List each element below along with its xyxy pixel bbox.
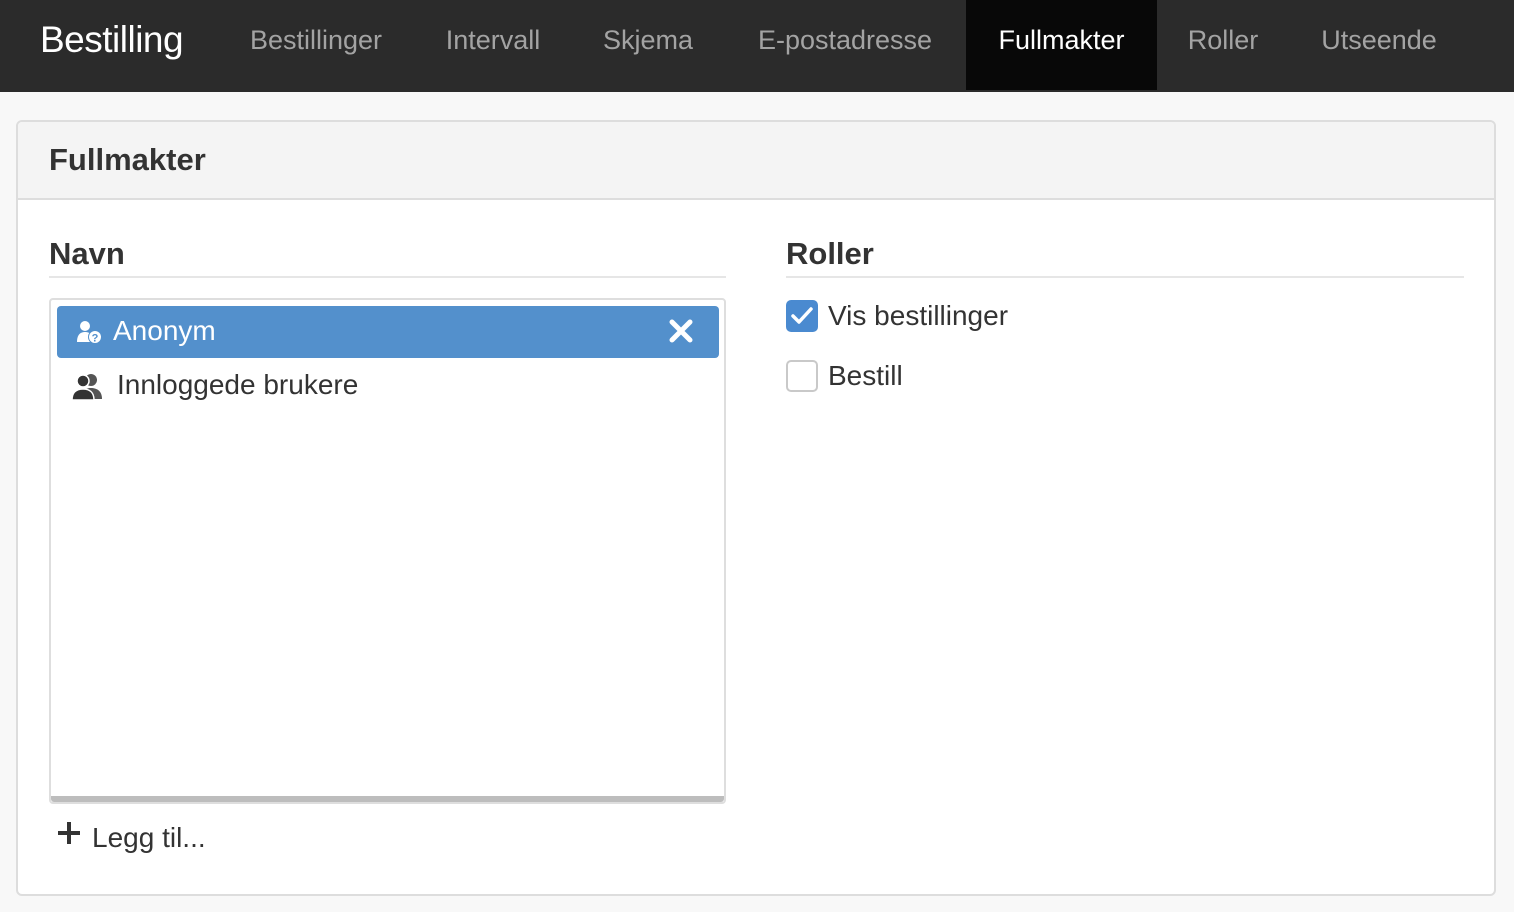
top-navbar: Bestilling Bestillinger Intervall Skjema…	[0, 0, 1514, 92]
tab-bestillinger[interactable]: Bestillinger	[216, 0, 416, 90]
svg-text:?: ?	[92, 333, 99, 345]
list-item-label: Innloggede brukere	[117, 369, 359, 400]
anonymous-user-icon: ?	[75, 318, 109, 348]
horizontal-scrollbar[interactable]	[51, 796, 724, 802]
checkbox-label: Bestill	[828, 360, 903, 391]
users-icon	[71, 372, 105, 402]
list-item-innloggede-brukere[interactable]: Innloggede brukere	[57, 360, 719, 412]
checkbox-bestill[interactable]	[786, 360, 818, 392]
names-list[interactable]: ? Anonym Innloggede brukere	[49, 298, 726, 804]
remove-icon[interactable]	[667, 317, 695, 345]
permissions-panel: Fullmakter Navn ? Anonym Innloggede bruk…	[16, 120, 1496, 896]
tab-intervall[interactable]: Intervall	[414, 0, 572, 90]
tab-e-postadresse[interactable]: E-postadresse	[724, 0, 966, 90]
list-item-anonym[interactable]: ? Anonym	[57, 306, 719, 358]
tab-fullmakter[interactable]: Fullmakter	[966, 0, 1157, 90]
tab-roller[interactable]: Roller	[1157, 0, 1289, 90]
tab-skjema[interactable]: Skjema	[572, 0, 724, 90]
plus-icon	[56, 820, 82, 846]
list-item-label: Anonym	[113, 315, 216, 346]
panel-title: Fullmakter	[49, 142, 206, 177]
names-heading: Navn	[49, 236, 125, 271]
panel-header: Fullmakter	[18, 122, 1494, 200]
roles-heading: Roller	[786, 236, 874, 271]
app-brand[interactable]: Bestilling	[40, 0, 184, 92]
add-label: Legg til...	[92, 822, 206, 853]
names-divider	[49, 276, 726, 278]
roles-divider	[786, 276, 1464, 278]
checkbox-label: Vis bestillinger	[828, 300, 1009, 331]
checkbox-vis-bestillinger[interactable]	[786, 300, 818, 332]
tab-utseende[interactable]: Utseende	[1289, 0, 1469, 90]
